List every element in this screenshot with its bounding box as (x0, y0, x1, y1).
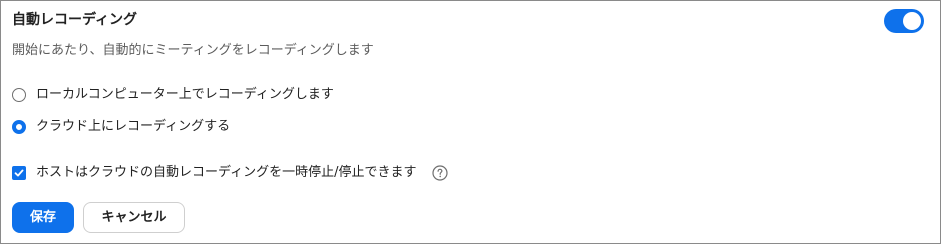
radio-cloud-label: クラウド上にレコーディングする (36, 119, 231, 134)
cancel-button[interactable]: キャンセル (83, 202, 185, 233)
auto-recording-toggle[interactable] (884, 9, 924, 33)
host-pause-checkbox[interactable] (12, 166, 26, 180)
auto-recording-panel: 自動レコーディング 開始にあたり、自動的にミーティングをレコーディングします ロ… (0, 0, 941, 244)
toggle-knob (903, 12, 921, 30)
question-circle-icon[interactable] (432, 165, 449, 181)
radio-option-local[interactable]: ローカルコンピューター上でレコーディングします (12, 85, 334, 105)
radio-cloud[interactable] (12, 120, 26, 134)
radio-option-cloud[interactable]: クラウド上にレコーディングする (12, 117, 230, 137)
setting-title: 自動レコーディング (12, 12, 138, 28)
save-button[interactable]: 保存 (12, 202, 74, 233)
radio-local[interactable] (12, 88, 26, 102)
checkmark-icon (14, 169, 24, 177)
radio-local-label: ローカルコンピューター上でレコーディングします (36, 87, 334, 102)
host-pause-option: ホストはクラウドの自動レコーディングを一時停止/停止できます (12, 163, 449, 183)
setting-description: 開始にあたり、自動的にミーティングをレコーディングします (12, 43, 374, 58)
host-pause-label: ホストはクラウドの自動レコーディングを一時停止/停止できます (36, 165, 417, 180)
